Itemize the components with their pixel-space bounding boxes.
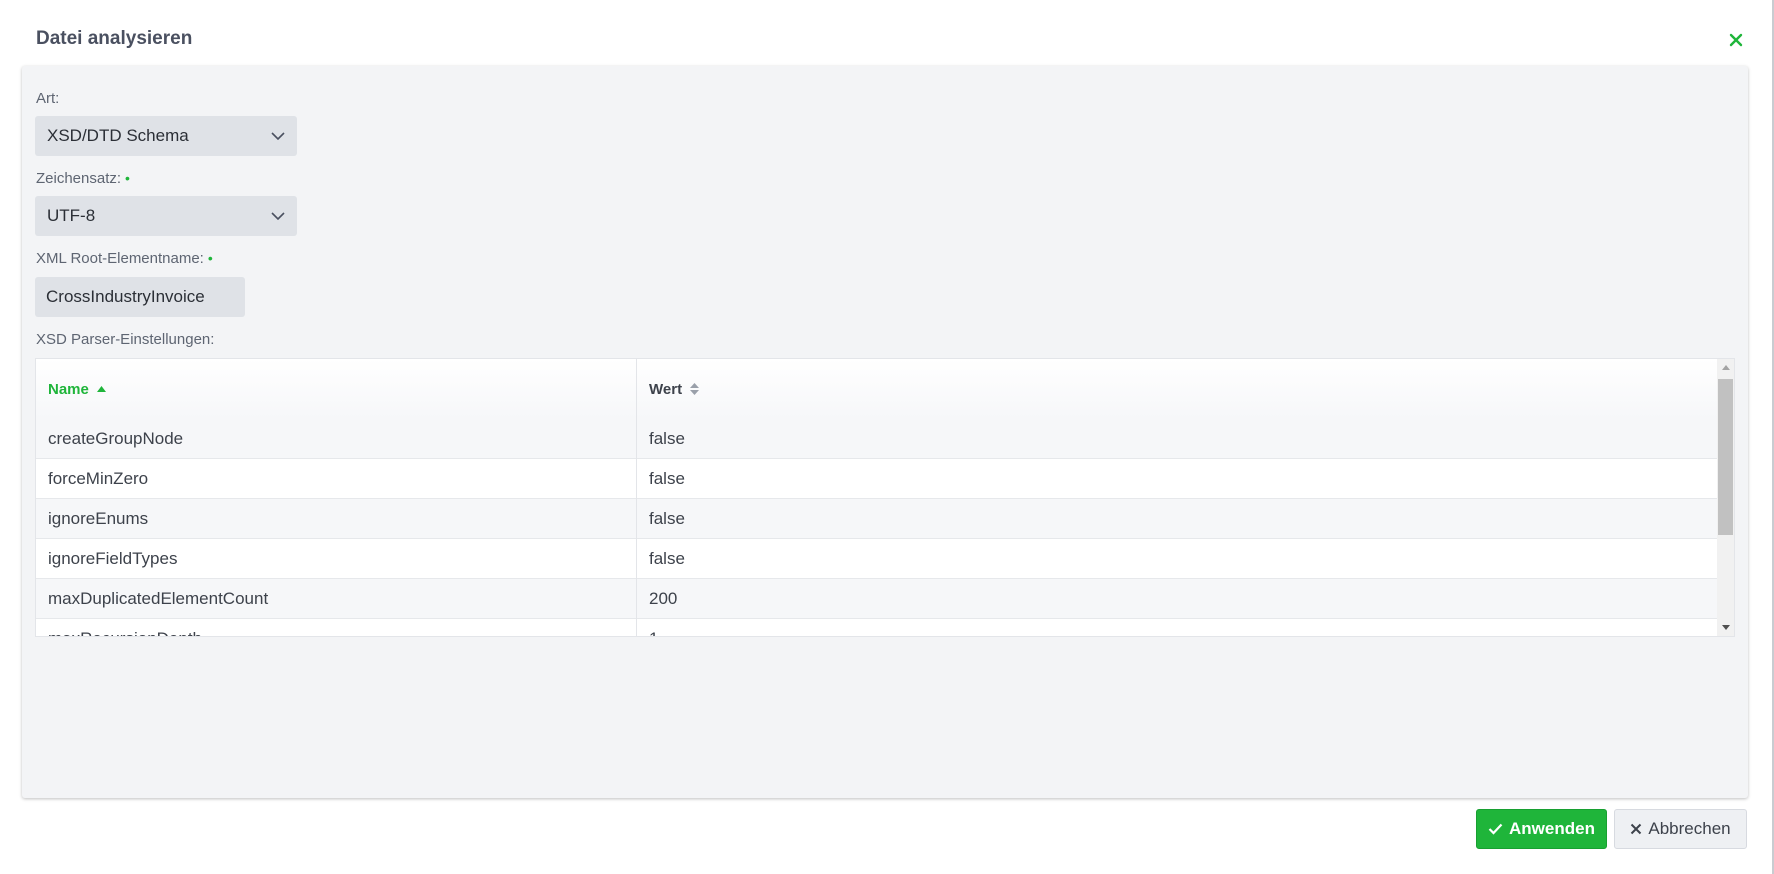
root-element-value: CrossIndustryInvoice: [46, 287, 205, 306]
sort-icon: [690, 383, 700, 395]
arrow-down-icon: [1721, 625, 1730, 630]
analyze-file-dialog: Datei analysieren Art: XSD/DTD Schema Ze…: [0, 0, 1774, 874]
dialog-title: Datei analysieren: [36, 28, 193, 49]
zeichensatz-select[interactable]: UTF-8: [35, 196, 297, 236]
art-select-value: XSD/DTD Schema: [47, 126, 189, 145]
scroll-down-arrow[interactable]: [1717, 619, 1734, 636]
cell-value[interactable]: false: [637, 499, 1718, 539]
cell-value[interactable]: 200: [637, 579, 1718, 619]
cell-name: maxDuplicatedElementCount: [36, 579, 637, 619]
cell-value[interactable]: 1: [637, 619, 1718, 636]
table-header: Name Wert: [36, 359, 1718, 420]
cell-value[interactable]: false: [637, 459, 1718, 499]
close-icon: [1729, 33, 1743, 47]
form-panel: Art: XSD/DTD Schema Zeichensatz: • UTF-8 …: [22, 66, 1748, 798]
scroll-up-arrow[interactable]: [1717, 359, 1734, 376]
zeichensatz-select-value: UTF-8: [47, 206, 96, 225]
table-row[interactable]: ignoreEnums false: [36, 499, 1718, 539]
root-element-input[interactable]: CrossIndustryInvoice: [35, 277, 245, 317]
cell-name: ignoreFieldTypes: [36, 539, 637, 579]
table-row[interactable]: ignoreFieldTypes false: [36, 539, 1718, 579]
zeichensatz-label: Zeichensatz: •: [36, 170, 130, 187]
scroll-thumb[interactable]: [1718, 379, 1733, 535]
checkmark-icon: [1488, 823, 1503, 835]
required-marker: •: [125, 170, 130, 186]
parser-settings-label: XSD Parser-Einstellungen:: [36, 331, 215, 348]
table-row[interactable]: maxDuplicatedElementCount 200: [36, 579, 1718, 619]
parser-settings-table: Name Wert createGroupNode false forceMin…: [35, 358, 1735, 637]
table-row[interactable]: createGroupNode false: [36, 419, 1718, 459]
table-row[interactable]: forceMinZero false: [36, 459, 1718, 499]
column-header-name[interactable]: Name: [36, 359, 637, 419]
cell-name: maxRecursionDepth: [36, 619, 637, 636]
apply-button[interactable]: Anwenden: [1476, 809, 1607, 849]
art-label: Art:: [36, 90, 60, 107]
cancel-button[interactable]: Abbrechen: [1614, 809, 1747, 849]
art-select[interactable]: XSD/DTD Schema: [35, 116, 297, 156]
table-scrollbar[interactable]: [1717, 359, 1734, 636]
cell-name: ignoreEnums: [36, 499, 637, 539]
table-row[interactable]: maxRecursionDepth 1: [36, 619, 1718, 636]
cell-value[interactable]: false: [637, 539, 1718, 579]
sort-ascending-icon: [96, 386, 106, 392]
column-header-wert[interactable]: Wert: [637, 359, 1718, 419]
table-body: createGroupNode false forceMinZero false…: [36, 419, 1718, 636]
close-icon: [1630, 823, 1642, 835]
chevron-down-icon: [271, 132, 285, 140]
required-marker: •: [207, 250, 213, 266]
close-button[interactable]: [1726, 30, 1746, 50]
root-element-label: XML Root-Elementname: •: [36, 250, 213, 267]
cell-name: createGroupNode: [36, 419, 637, 459]
arrow-up-icon: [1721, 365, 1730, 370]
cell-name: forceMinZero: [36, 459, 637, 499]
cell-value[interactable]: false: [637, 419, 1718, 459]
chevron-down-icon: [271, 212, 285, 220]
